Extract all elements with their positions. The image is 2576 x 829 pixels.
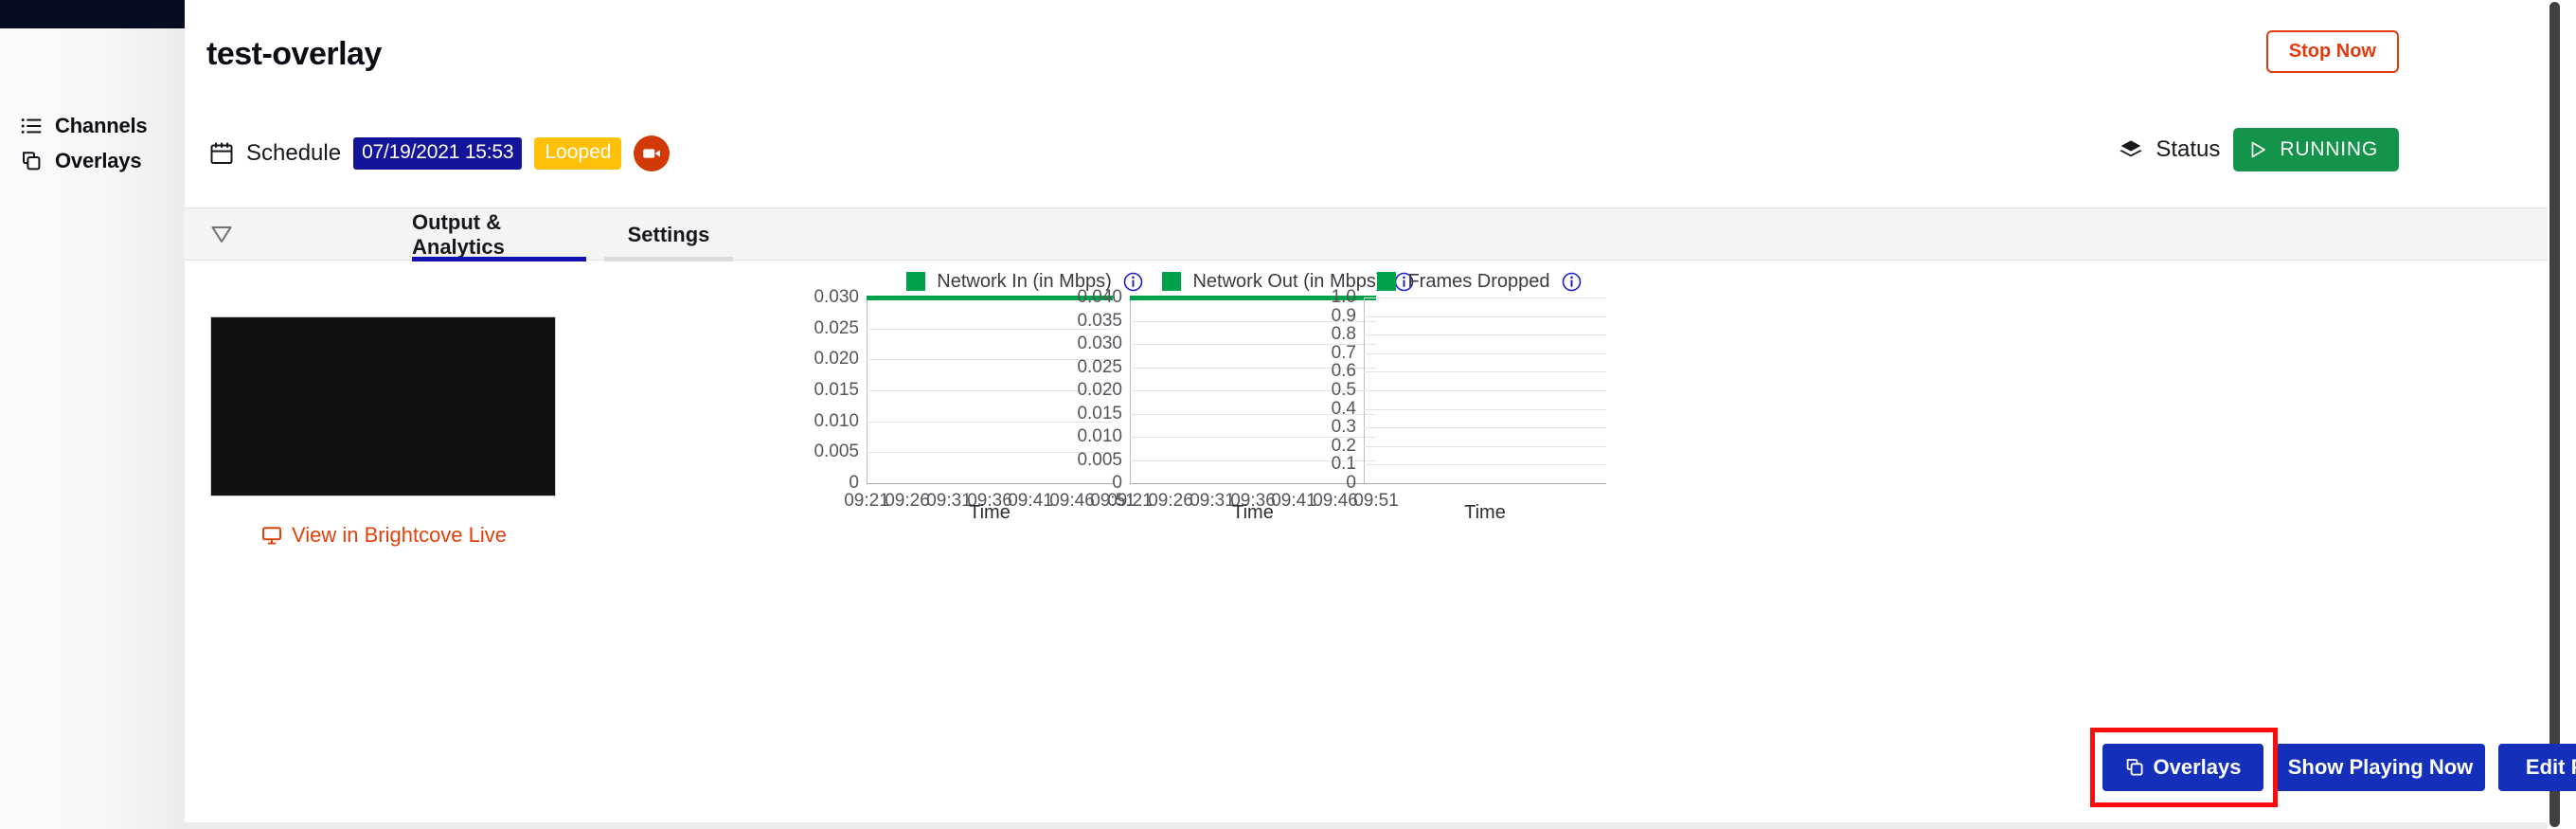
chart-y-tick-label: 0.015: [1077, 404, 1122, 424]
looped-badge: Looped: [534, 137, 622, 170]
chart-x-axis-title: Time: [969, 502, 1011, 523]
link-label: View in Brightcove Live: [291, 523, 508, 547]
video-player-canvas[interactable]: [210, 316, 556, 496]
chart-gridline: [1364, 297, 1606, 298]
chart-y-tick-label: 0.010: [814, 411, 859, 431]
button-label: Show Playing Now: [2287, 755, 2474, 779]
chart-y-tick-label: 0.3: [1331, 417, 1356, 437]
main-panel: test-overlay Stop Now Schedule 07/19/202…: [185, 0, 2576, 829]
sidebar-item-channels[interactable]: Channels: [21, 114, 148, 138]
scrollbar-thumb[interactable]: [2549, 2, 2560, 827]
tab-settings[interactable]: Settings: [604, 208, 733, 261]
copy-icon: [2125, 758, 2144, 777]
tab-bar: Output & Analytics Settings: [185, 207, 2548, 261]
schedule-label: Schedule: [246, 140, 342, 166]
schedule-row: Schedule 07/19/2021 15:53 Looped: [209, 135, 671, 171]
calendar-icon: [209, 141, 234, 166]
content-area: View in Brightcove Live Network In (in M…: [185, 261, 2548, 792]
chart-x-axis-title: Time: [1232, 502, 1274, 523]
sidebar-item-label: Channels: [55, 114, 148, 137]
sidebar-item-overlays[interactable]: Overlays: [21, 149, 142, 173]
edit-program-button[interactable]: Edit Program: [2498, 744, 2576, 791]
view-in-brightcove-live-link[interactable]: View in Brightcove Live: [210, 523, 558, 548]
chart-gridline: [1364, 353, 1606, 354]
overlays-button[interactable]: Overlays: [2102, 744, 2263, 791]
status-badge[interactable]: RUNNING: [2233, 128, 2399, 171]
chart-y-tick-label: 0.020: [1077, 380, 1122, 400]
monitor-icon: [261, 525, 282, 546]
legend-color-swatch: [1377, 272, 1397, 291]
chart-y-tick-label: 0.5: [1331, 380, 1356, 400]
tab-label: Output & Analytics: [412, 210, 505, 259]
chart-legend: Frames Dropped: [1349, 265, 1610, 297]
chart-frames-dropped: Frames Dropped 1.0 0.9 0.8 0.7 0.6 0.5 0.4 0.3 0…: [1326, 265, 1610, 523]
button-label: Overlays: [2153, 755, 2242, 779]
chart-gridline: [1364, 371, 1606, 372]
app-root: Channels Overlays test-overlay Stop Now: [0, 0, 2576, 829]
sidebar-item-label: Overlays: [55, 149, 142, 172]
video-preview[interactable]: [210, 316, 556, 496]
chart-gridline: [1364, 409, 1606, 410]
layers-icon: [2120, 138, 2143, 161]
chart-x-axis: [867, 483, 1113, 484]
footer-divider: [185, 822, 2548, 829]
chart-y-tick-label: 0.6: [1331, 361, 1356, 381]
copy-icon: [21, 151, 42, 171]
chart-y-tick-label: 0.030: [814, 287, 859, 307]
top-navbar: [0, 0, 185, 28]
legend-color-swatch: [1162, 272, 1182, 291]
page-title: test-overlay: [206, 36, 382, 72]
chart-y-tick-label: 0.035: [1077, 311, 1122, 331]
info-icon[interactable]: [1562, 272, 1582, 292]
schedule-date-badge: 07/19/2021 15:53: [353, 137, 523, 170]
tab-label: Settings: [627, 223, 710, 246]
chart-y-tick-label: 0.025: [1077, 357, 1122, 377]
chart-plot-area: 1.0 0.9 0.8 0.7 0.6 0.5 0.4 0.3 0.2 0.1 0: [1332, 287, 1606, 493]
chart-x-axis: [1130, 483, 1376, 484]
chart-y-tick-label: 0.030: [1077, 333, 1122, 353]
stop-now-button[interactable]: Stop Now: [2265, 30, 2399, 73]
triangle-down-icon[interactable]: [209, 224, 234, 244]
sidebar: Channels Overlays: [0, 28, 185, 829]
chart-y-tick-label: 0.025: [814, 318, 859, 338]
chart-y-tick-label: 0.010: [1077, 426, 1122, 446]
chart-x-axis: [1364, 483, 1606, 484]
chart-y-tick-label: 0.015: [814, 380, 859, 400]
chart-y-tick-label: 0.005: [814, 442, 859, 461]
tab-output-and-analytics[interactable]: Output & Analytics: [412, 208, 586, 261]
chart-y-tick-label: 0: [1346, 473, 1356, 493]
chart-gridline: [1364, 390, 1606, 391]
chart-y-tick-label: 0.8: [1331, 324, 1356, 344]
legend-color-swatch: [906, 272, 926, 291]
chart-y-tick-label: 1.0: [1331, 287, 1356, 307]
chart-gridline: [1364, 334, 1606, 335]
chart-gridline: [1364, 316, 1606, 317]
status-label: Status: [2156, 136, 2221, 162]
status-row: Status RUNNING: [2120, 128, 2399, 171]
list-icon: [21, 116, 42, 136]
chart-gridline: [1364, 427, 1606, 428]
play-icon: [2248, 140, 2267, 159]
vertical-scrollbar[interactable]: [2548, 0, 2562, 829]
show-playing-now-button[interactable]: Show Playing Now: [2276, 744, 2485, 791]
chart-title: Frames Dropped: [1407, 270, 1550, 292]
chart-gridline: [1364, 464, 1606, 465]
chart-y-tick-label: 0.020: [814, 349, 859, 369]
chart-x-axis-title: Time: [1464, 502, 1506, 523]
chart-y-tick-label: 0.005: [1077, 450, 1122, 470]
status-value: RUNNING: [2280, 138, 2378, 160]
button-label: Edit Program: [2525, 755, 2576, 779]
chart-y-tick-label: 0.040: [1077, 287, 1122, 307]
video-camera-icon[interactable]: [634, 135, 671, 171]
chart-gridline: [1364, 446, 1606, 447]
chart-y-tick-label: 0.1: [1331, 454, 1356, 474]
